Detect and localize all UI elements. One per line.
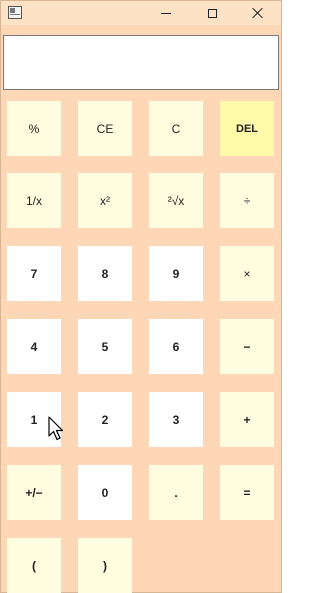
digit-1-button[interactable]: 1 bbox=[7, 392, 61, 447]
clear-entry-button[interactable]: CE bbox=[78, 101, 132, 156]
equals-button[interactable]: = bbox=[220, 465, 274, 520]
digit-9-button[interactable]: 9 bbox=[149, 246, 203, 301]
negate-button[interactable]: +/− bbox=[7, 465, 61, 520]
display-field[interactable] bbox=[3, 35, 279, 90]
plus-button[interactable]: + bbox=[220, 392, 274, 447]
close-paren-button[interactable]: ) bbox=[78, 538, 132, 593]
digit-5-button[interactable]: 5 bbox=[78, 319, 132, 374]
digit-0-button[interactable]: 0 bbox=[78, 465, 132, 520]
digit-4-button[interactable]: 4 bbox=[7, 319, 61, 374]
close-icon bbox=[252, 7, 264, 19]
digit-8-button[interactable]: 8 bbox=[78, 246, 132, 301]
maximize-button[interactable] bbox=[189, 1, 235, 25]
digit-7-button[interactable]: 7 bbox=[7, 246, 61, 301]
percent-button[interactable]: % bbox=[7, 101, 61, 156]
open-paren-button[interactable]: ( bbox=[7, 538, 61, 593]
minimize-button[interactable] bbox=[143, 1, 189, 25]
reciprocal-button[interactable]: 1/x bbox=[7, 173, 61, 228]
digit-6-button[interactable]: 6 bbox=[149, 319, 203, 374]
multiply-button[interactable]: × bbox=[220, 246, 274, 301]
app-icon bbox=[8, 6, 22, 19]
digit-2-button[interactable]: 2 bbox=[78, 392, 132, 447]
clear-button[interactable]: C bbox=[149, 101, 203, 156]
delete-button[interactable]: DEL bbox=[220, 101, 274, 156]
title-bar[interactable] bbox=[1, 1, 281, 25]
minus-button[interactable]: − bbox=[220, 319, 274, 374]
decimal-button[interactable]: . bbox=[149, 465, 203, 520]
square-root-button[interactable]: ²√x bbox=[149, 173, 203, 228]
divide-button[interactable]: ÷ bbox=[220, 173, 274, 228]
digit-3-button[interactable]: 3 bbox=[149, 392, 203, 447]
close-button[interactable] bbox=[235, 1, 281, 25]
minimize-icon bbox=[161, 12, 171, 14]
calculator-window: % CE C DEL 1/x x² ²√x ÷ 7 8 9 × 4 5 6 − … bbox=[0, 0, 282, 593]
maximize-icon bbox=[207, 8, 217, 18]
square-button[interactable]: x² bbox=[78, 173, 132, 228]
